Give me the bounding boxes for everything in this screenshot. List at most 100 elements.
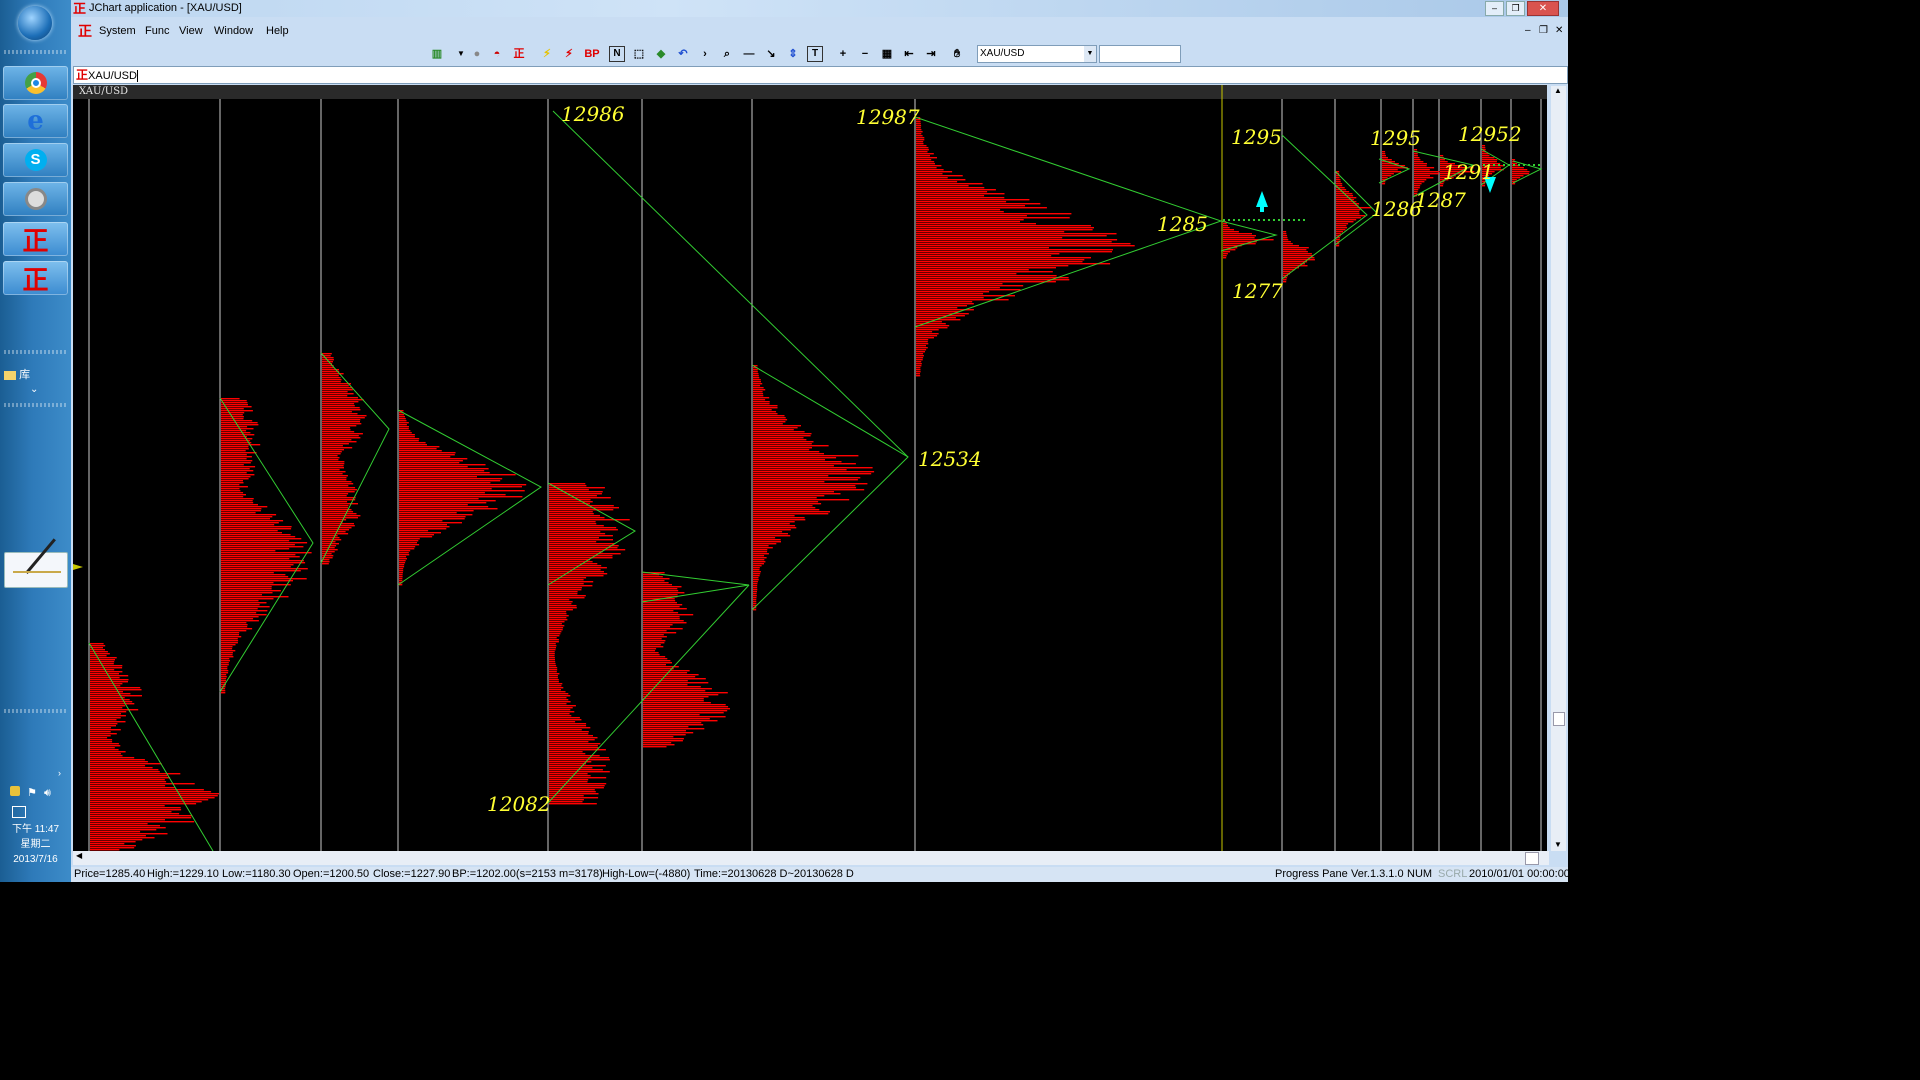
text-icon[interactable]: T	[807, 46, 823, 62]
profile-bar	[399, 564, 405, 566]
profile-bar	[322, 531, 346, 533]
grid-icon[interactable]: ▦	[879, 46, 895, 62]
zheng-icon[interactable]: 正	[511, 46, 527, 62]
jchart-taskbar-icon-2[interactable]: 正	[3, 261, 68, 296]
profile-bar	[643, 744, 675, 746]
ie-taskbar-icon[interactable]: e	[3, 104, 68, 138]
profile-bar	[916, 193, 1005, 195]
profile-bar	[916, 165, 942, 167]
profile-bar	[90, 791, 212, 793]
profile-bar	[399, 440, 419, 442]
profile-bar	[549, 537, 599, 539]
dropdown-arrow-icon[interactable]: ▼	[453, 46, 469, 62]
profile-bar	[916, 219, 1024, 221]
profile-bar	[322, 457, 340, 459]
volume-icon[interactable]: 🔊︎	[44, 787, 51, 799]
profile-bar	[549, 585, 593, 587]
scroll-up-icon[interactable]: ▲	[1554, 86, 1562, 95]
mdi-restore-button[interactable]: ❐	[1539, 20, 1548, 42]
lightning-red-icon[interactable]: ⚡︎	[561, 46, 577, 62]
chevron-down-icon[interactable]: ▼	[1084, 46, 1096, 62]
mdi-minimize-button[interactable]: –	[1525, 20, 1531, 42]
scroll-down-icon[interactable]: ▼	[1554, 840, 1562, 849]
minus-icon[interactable]: −	[857, 46, 873, 62]
symbol-select[interactable]: XAU/USD ▼	[977, 45, 1097, 63]
profile-bar	[549, 587, 582, 589]
mdi-close-button[interactable]: ✕	[1555, 20, 1563, 42]
profile-bar	[549, 613, 567, 615]
trendline-icon[interactable]: ↘	[763, 46, 779, 62]
hscroll-thumb[interactable]	[1525, 852, 1539, 865]
hline-icon[interactable]: —	[741, 46, 757, 62]
start-button[interactable]	[18, 6, 52, 40]
profile-bar	[221, 468, 250, 470]
menu-system[interactable]: System	[99, 20, 136, 42]
profile-bar	[90, 709, 139, 711]
skype-taskbar-icon[interactable]: S	[3, 143, 68, 177]
menu-view[interactable]: View	[179, 20, 203, 42]
plus-icon[interactable]: +	[835, 46, 851, 62]
tray-icons: ⚑ 🔊︎	[10, 786, 66, 800]
profile-chart[interactable]: 12986 12987 1295 1295 12952 1291 1287 12…	[73, 85, 1547, 851]
restore-button[interactable]: ❐	[1506, 1, 1525, 16]
cube-icon[interactable]: ◆	[653, 46, 669, 62]
network-icon[interactable]	[12, 806, 26, 818]
profile-bar	[90, 839, 143, 841]
vertical-scrollbar[interactable]: ▲ ▼	[1551, 86, 1566, 851]
profile-bar	[753, 537, 776, 539]
symbol-input-bar[interactable]: 正XAU/USD	[73, 66, 1568, 84]
library-toolbar[interactable]: 库	[4, 366, 30, 382]
chrome-taskbar-icon[interactable]	[3, 66, 68, 100]
profile-bar	[221, 454, 247, 456]
app-taskbar-icon[interactable]	[3, 182, 68, 216]
status-close: Close:=1227.90	[373, 868, 451, 880]
car-icon[interactable]: ◓	[489, 46, 505, 62]
profile-bar	[90, 749, 119, 751]
profile-bar	[90, 767, 153, 769]
lightning-icon[interactable]: ⚡︎	[539, 46, 555, 62]
chart-type-icon[interactable]: ▥	[429, 46, 445, 62]
minimize-button[interactable]: –	[1485, 1, 1504, 16]
chart-pane[interactable]: XAU/USD 12986 12987 1295 1295 12952 1291…	[73, 85, 1547, 851]
profile-bar	[753, 403, 770, 405]
scroll-left-icon[interactable]: ◀	[76, 851, 82, 860]
title-bar[interactable]: 正 JChart application - [XAU/USD] – ❐ ✕	[71, 0, 1568, 17]
tray-clock[interactable]: 下午 11:47 星期二 2013/7/16	[0, 822, 71, 867]
profile-bar	[322, 399, 364, 401]
profile-bar	[399, 444, 427, 446]
scroll-right-icon[interactable]: ⇥	[923, 46, 939, 62]
hand-icon[interactable]: ✋︎	[949, 46, 965, 62]
circle-icon[interactable]: ●	[469, 46, 485, 62]
menu-func[interactable]: Func	[145, 20, 169, 42]
profile-bar	[90, 681, 128, 683]
profile-bar	[916, 175, 963, 177]
chevron-down-icon[interactable]: ⌄	[30, 384, 38, 395]
n-icon[interactable]: N	[609, 46, 625, 62]
arrows-icon[interactable]: ⇕	[785, 46, 801, 62]
scroll-left-icon[interactable]: ⇤	[901, 46, 917, 62]
pen-input-icon[interactable]	[4, 538, 68, 588]
security-shield-icon[interactable]	[10, 786, 20, 796]
close-button[interactable]: ✕	[1527, 1, 1559, 16]
menu-help[interactable]: Help	[266, 20, 289, 42]
zoom-icon[interactable]: ⌕	[719, 46, 735, 62]
horizontal-scrollbar[interactable]: ◀	[73, 851, 1549, 865]
tray-expand-icon[interactable]: ›	[58, 768, 61, 778]
profile-bar	[643, 654, 660, 656]
taskbar-gripper	[4, 350, 67, 354]
search-field[interactable]	[1099, 45, 1181, 63]
profile-bar	[753, 431, 805, 433]
jchart-taskbar-icon[interactable]: 正	[3, 222, 68, 257]
cursor-icon[interactable]: ⬚	[631, 46, 647, 62]
undo-icon[interactable]: ↶	[675, 46, 691, 62]
profile-bar	[753, 467, 873, 469]
arrow-right-icon[interactable]: ›	[697, 46, 713, 62]
bp-button[interactable]: BP	[583, 46, 601, 62]
profile-bar	[399, 484, 527, 486]
scroll-thumb[interactable]	[1553, 712, 1565, 726]
profile-bar	[399, 558, 407, 560]
profile-bar	[549, 519, 630, 521]
flag-icon[interactable]: ⚑	[27, 787, 37, 799]
menu-window[interactable]: Window	[214, 20, 253, 42]
symbol-input[interactable]: XAU/USD	[88, 70, 137, 82]
